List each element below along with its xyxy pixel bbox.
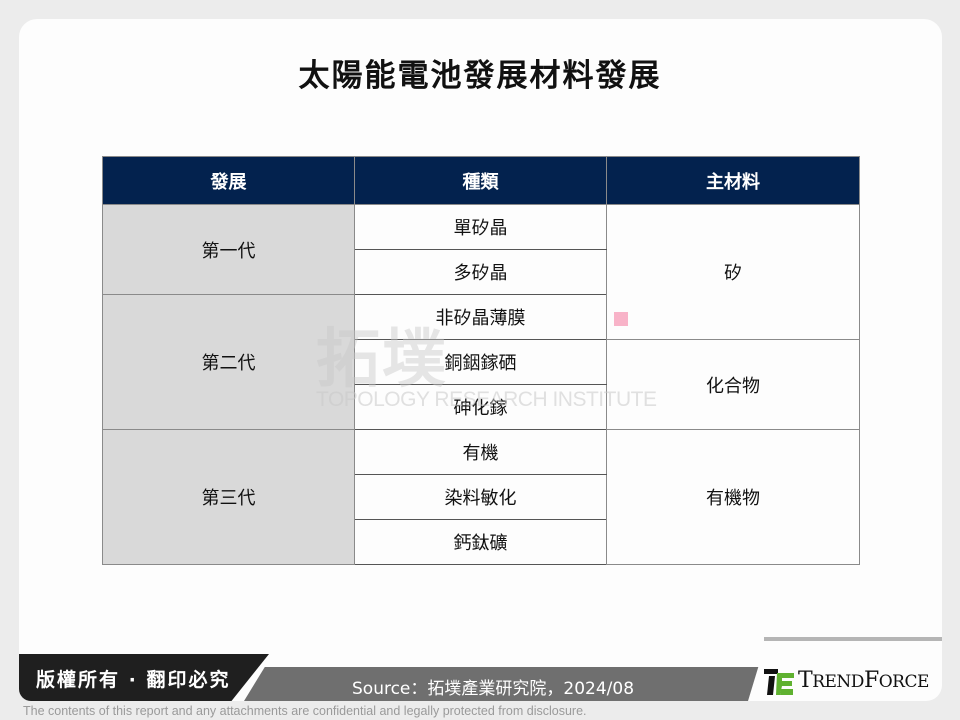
type-cell: 有機 — [354, 429, 607, 475]
type-cell: 染料敏化 — [354, 474, 607, 520]
material-cell: 矽 — [606, 204, 860, 340]
generation-cell: 第二代 — [102, 294, 355, 430]
trendforce-logo-icon — [764, 669, 794, 695]
logo-frame-edge — [764, 637, 942, 641]
type-cell: 單矽晶 — [354, 204, 607, 250]
copyright-text: 版權所有 · 翻印必究 — [36, 669, 231, 691]
generation-cell: 第一代 — [102, 204, 355, 295]
header-generation: 發展 — [102, 156, 355, 205]
generation-cell: 第三代 — [102, 429, 355, 565]
source-text: Source：拓墣產業研究院，2024/08 — [352, 679, 635, 699]
brand-name: TRENDFORCE — [798, 668, 929, 693]
type-cell: 鈣鈦礦 — [354, 519, 607, 565]
type-cell: 多矽晶 — [354, 249, 607, 295]
material-cell: 化合物 — [606, 339, 860, 430]
table-row: 第三代 有機 有機物 — [102, 429, 860, 565]
header-material: 主材料 — [606, 156, 860, 205]
type-cell: 砷化鎵 — [354, 384, 607, 430]
pink-marker — [614, 312, 628, 326]
header-type: 種類 — [354, 156, 607, 205]
table-header-row: 發展 種類 主材料 — [102, 156, 860, 205]
materials-table: 發展 種類 主材料 第一代 單矽晶 矽 多矽晶 第二代 非矽晶薄膜 銅銦鎵硒 化… — [102, 156, 860, 565]
material-cell: 有機物 — [606, 429, 860, 565]
disclaimer: The contents of this report and any atta… — [23, 704, 587, 718]
table-row: 第一代 單矽晶 矽 — [102, 204, 860, 340]
type-cell: 銅銦鎵硒 — [354, 339, 607, 385]
trendforce-logo-text: TRENDFORCE — [798, 668, 929, 693]
type-cell: 非矽晶薄膜 — [354, 294, 607, 340]
slide-title: 太陽能電池發展材料發展 — [298, 58, 662, 94]
